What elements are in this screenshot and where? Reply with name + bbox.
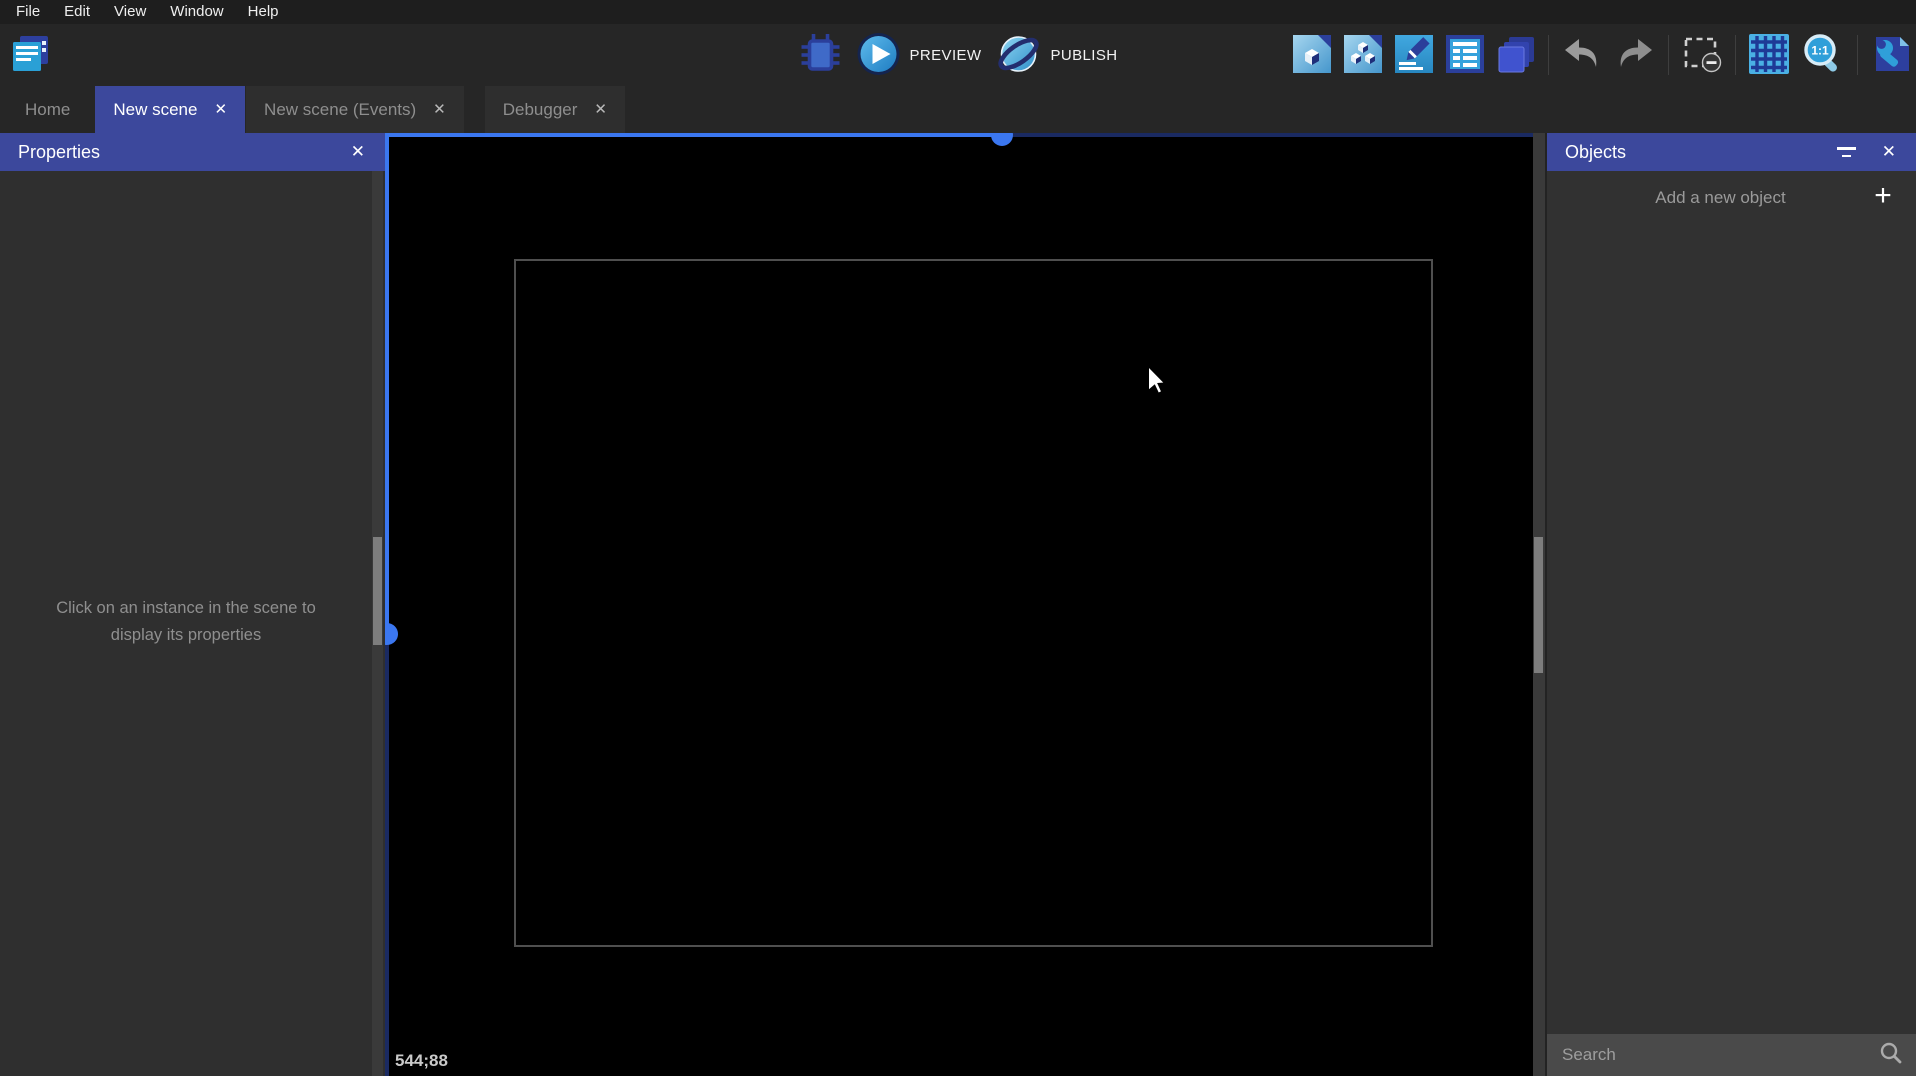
canvas-horizontal-scrollbar-track[interactable] [1002,133,1533,137]
instances-list-button[interactable] [1446,35,1484,76]
editor-scrollbar-thumb[interactable] [1534,537,1543,673]
project-manager-button[interactable] [8,35,52,77]
deselect-icon [1682,34,1722,77]
close-tab-icon[interactable]: ✕ [594,102,607,117]
edit-groups-button[interactable] [1344,35,1382,76]
tab-new-scene-events[interactable]: New scene (Events) ✕ [246,86,464,133]
menu-view[interactable]: View [102,0,158,24]
add-object-label: Add a new object [1547,188,1864,208]
add-object-button[interactable]: + [1864,181,1916,215]
objects-header: Objects ✕ [1547,133,1916,171]
wrench-document-icon [1871,34,1911,77]
game-resolution-frame [514,259,1433,947]
close-tab-icon[interactable]: ✕ [433,102,446,117]
layers-icon [1497,35,1535,76]
redo-button[interactable] [1615,37,1655,74]
filter-icon [1837,147,1856,150]
properties-empty-message: Click on an instance in the scene to dis… [0,595,372,649]
toolbar-separator [1735,35,1736,75]
tab-home[interactable]: Home [0,86,95,133]
edit-objects-button[interactable] [1293,35,1331,76]
menu-file[interactable]: File [4,0,52,24]
scene-settings-button[interactable] [1871,34,1911,77]
close-properties-button[interactable]: ✕ [349,142,367,162]
play-icon [857,32,901,79]
toolbar-separator [1857,35,1858,75]
globe-icon [995,31,1041,80]
properties-scrollbar-thumb[interactable] [373,537,382,645]
menu-edit[interactable]: Edit [52,0,102,24]
instances-list-icon [1446,35,1484,76]
tab-label: New scene [113,100,197,120]
undo-icon [1562,37,1602,74]
tab-gap [464,86,484,133]
preview-label: PREVIEW [910,47,982,64]
bug-icon [799,32,843,79]
search-icon [1879,1041,1903,1070]
object-groups-icon [1344,35,1382,76]
filter-icon [1842,155,1851,158]
svg-text:1:1: 1:1 [1811,43,1829,57]
tab-new-scene[interactable]: New scene ✕ [95,86,245,133]
tab-label: New scene (Events) [264,100,416,120]
edit-properties-button[interactable] [1395,35,1433,76]
object-document-icon [1293,35,1331,76]
objects-title: Objects [1565,142,1835,163]
layers-button[interactable] [1497,35,1535,76]
zoom-one-to-one-icon: 1:1 [1802,33,1844,78]
main-toolbar: PREVIEW PUBLISH [0,24,1916,86]
tab-label: Debugger [503,100,578,120]
undo-button[interactable] [1562,37,1602,74]
canvas-vertical-scroll-handle[interactable] [385,623,398,645]
tab-debugger[interactable]: Debugger ✕ [485,86,625,133]
cursor-coordinates-label: 544;88 [395,1051,448,1071]
canvas-horizontal-scroll-handle[interactable] [991,133,1013,146]
grid-icon [1749,34,1789,77]
filter-objects-button[interactable] [1835,143,1858,161]
gdevelop-window: File Edit View Window Help [0,0,1916,1076]
properties-header: Properties ✕ [0,133,385,171]
toolbar-right-group: 1:1 [1293,24,1911,86]
mouse-cursor-icon [1144,366,1168,399]
redo-icon [1615,37,1655,74]
grid-button[interactable] [1749,34,1789,77]
zoom-original-button[interactable]: 1:1 [1802,33,1844,78]
tab-label: Home [25,100,70,120]
scene-editor-canvas[interactable]: 544;88 [385,133,1533,1076]
add-object-row[interactable]: Add a new object + [1547,171,1916,225]
canvas-vertical-scrollbar-active[interactable] [385,133,389,634]
publish-button[interactable]: PUBLISH [995,31,1117,80]
menu-window[interactable]: Window [158,0,235,24]
toolbar-separator [1548,35,1549,75]
editor-scrollbar-track[interactable] [1533,133,1545,1076]
empty-message-line2: display its properties [0,622,372,649]
menu-bar: File Edit View Window Help [0,0,1916,24]
debug-button[interactable] [799,32,843,79]
objects-search-input[interactable] [1560,1044,1879,1066]
editor-tabs: Home New scene ✕ New scene (Events) ✕ De… [0,86,1916,133]
properties-panel: Properties ✕ Click on an instance in the… [0,133,385,1076]
properties-title: Properties [18,142,349,163]
objects-panel: Objects ✕ Add a new object + [1545,133,1916,1076]
objects-search-bar [1547,1034,1916,1076]
canvas-horizontal-scrollbar-active[interactable] [385,133,1002,137]
close-objects-button[interactable]: ✕ [1880,142,1898,162]
project-manager-icon [8,34,52,79]
close-tab-icon[interactable]: ✕ [214,102,227,117]
clear-selection-button[interactable] [1682,34,1722,77]
properties-scrollbar-track[interactable] [372,171,383,1076]
toolbar-separator [1668,35,1669,75]
publish-label: PUBLISH [1050,47,1117,64]
pencil-icon [1395,35,1433,76]
canvas-vertical-scrollbar-track[interactable] [385,634,389,1076]
toolbar-center-group: PREVIEW PUBLISH [799,24,1118,86]
preview-button[interactable]: PREVIEW [857,32,982,79]
empty-message-line1: Click on an instance in the scene to [0,595,372,622]
menu-help[interactable]: Help [236,0,291,24]
